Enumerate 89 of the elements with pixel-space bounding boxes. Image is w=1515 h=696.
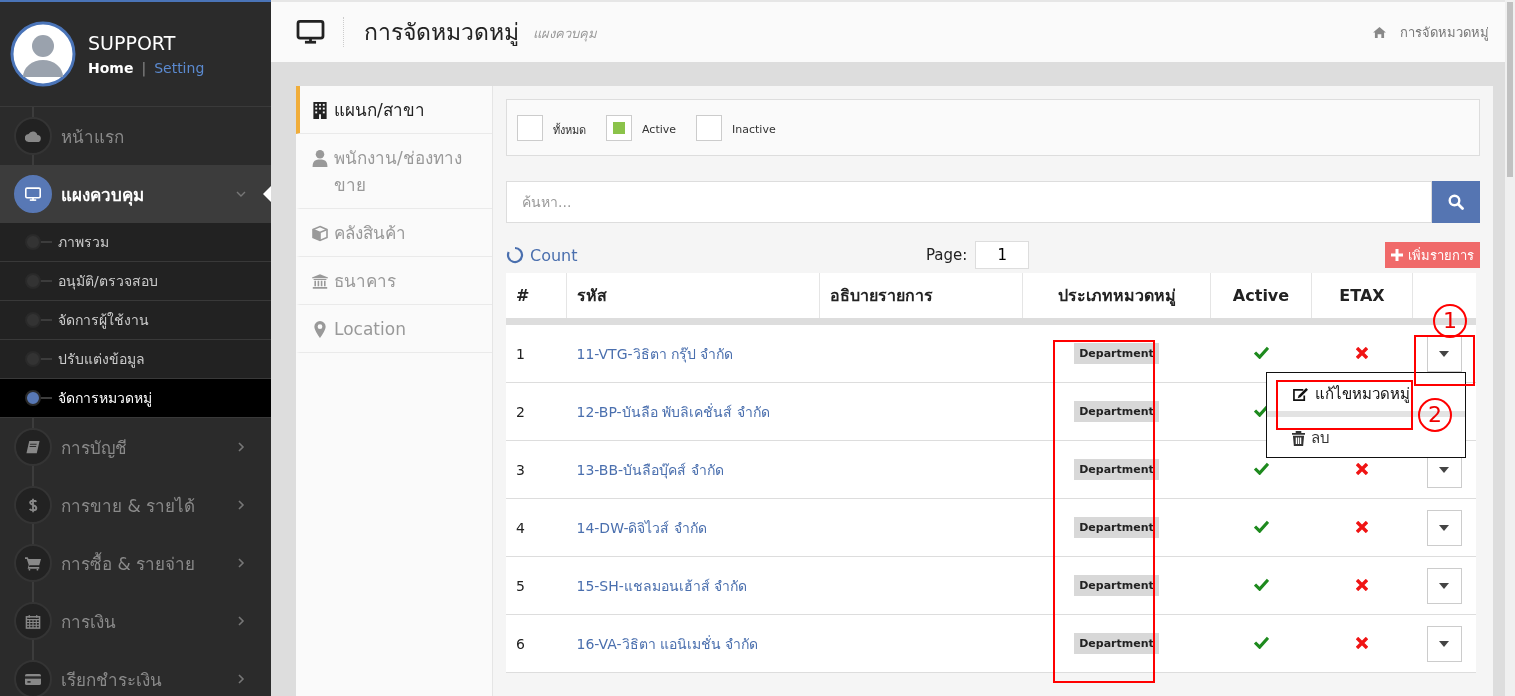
column-header: # (506, 273, 567, 322)
sidebar-item[interactable]: หน้าแรก (0, 107, 271, 165)
trash-icon (1292, 430, 1305, 446)
checkbox[interactable] (517, 114, 543, 141)
page-title: การจัดหมวดหมู่ (364, 18, 519, 48)
tab[interactable]: พนักงาน/ช่องทางขาย (296, 134, 492, 209)
table-cell: 1 (506, 321, 567, 383)
caret-down-icon (1439, 640, 1450, 647)
table-cell: 5 (506, 556, 567, 615)
column-header: ETAX (1311, 273, 1413, 322)
sidebar-item[interactable]: การเงิน (0, 592, 271, 650)
edit-icon (1292, 386, 1309, 402)
sidebar-item[interactable]: แผงควบคุม (0, 165, 271, 223)
menu-item[interactable]: ลบ (1288, 421, 1334, 455)
profile-name: SUPPORT (88, 32, 177, 54)
sidebar-item[interactable]: การซื้อ & รายจ่าย (0, 534, 271, 592)
code-link[interactable]: 14-DW-ดิจิไวส์ จำกัด (576, 519, 707, 536)
cube-icon (312, 225, 328, 242)
sidebar-item[interactable]: เรียกชำระเงิน (0, 650, 271, 696)
profile-link[interactable]: Setting (154, 60, 205, 76)
monitor-icon (25, 186, 41, 202)
card-icon (25, 671, 41, 687)
checkbox[interactable] (606, 114, 632, 141)
building-icon (312, 102, 328, 119)
submenu-item[interactable]: จัดการผู้ใช้งาน (0, 301, 271, 340)
scrollbar-thumb[interactable] (1507, 2, 1513, 177)
sidebar-item[interactable]: การขาย & รายได้ (0, 476, 271, 534)
breadcrumb-link[interactable]: การจัดหมวดหมู่ (1400, 21, 1489, 43)
caret-down-icon (1439, 350, 1450, 357)
column-header: รหัส (566, 273, 820, 322)
type-tag: Department (1074, 401, 1159, 422)
submenu-item[interactable]: อนุมัติ/ตรวจสอบ (0, 262, 271, 301)
checkbox-label: ทั้งหมด (553, 122, 586, 139)
type-tag: Department (1074, 575, 1159, 596)
checkbox-label: Active (642, 123, 677, 136)
tab[interactable]: Location (296, 305, 492, 353)
code-link[interactable]: 16-VA-วิธิตา แอนิเมชั่น จำกัด (576, 635, 759, 652)
page-field[interactable]: 1 (975, 241, 1030, 269)
home-icon (1373, 26, 1386, 38)
cart-icon (25, 555, 41, 571)
checkbox[interactable] (696, 114, 723, 141)
caret-down-icon (1439, 582, 1450, 589)
menu-item[interactable]: แก้ไขหมวดหมู่ (1288, 377, 1414, 411)
callout-number: 1 (1433, 304, 1467, 338)
submenu-item[interactable]: ปรับแต่งข้อมูล (0, 340, 271, 379)
tab[interactable]: ธนาคาร (296, 257, 492, 305)
avatar (10, 21, 76, 87)
column-header: อธิบายรายการ (819, 273, 1023, 322)
search-button[interactable] (1432, 181, 1480, 223)
link-separator: | (141, 60, 147, 76)
type-tag: Department (1074, 459, 1159, 480)
caret-down-icon (1439, 466, 1450, 473)
bank-icon (312, 273, 328, 290)
count-link[interactable]: Count (506, 245, 926, 265)
profile-link[interactable]: Home (88, 60, 134, 76)
search-icon (1448, 194, 1464, 210)
search-field[interactable]: ค้นหา... (506, 181, 1432, 223)
checkbox-label: Inactive (732, 123, 776, 136)
book-icon (25, 439, 41, 455)
table-cell: 2 (506, 382, 567, 441)
type-tag: Department (1074, 633, 1159, 654)
table-cell: 4 (506, 498, 567, 557)
code-link[interactable]: 11-VTG-วิธิตา กรุ๊ป จำกัด (576, 345, 734, 362)
column-header: ประเภทหมวดหมู่ (1022, 273, 1211, 322)
type-tag: Department (1074, 517, 1159, 538)
tab[interactable]: คลังสินค้า (296, 209, 492, 257)
callout-number: 2 (1418, 398, 1452, 432)
table-cell: 3 (506, 440, 567, 499)
pin-icon (312, 321, 328, 338)
page-subtitle: แผงควบคุม (533, 24, 597, 44)
monitor-icon (296, 19, 325, 45)
tab[interactable]: แผนก/สาขา (296, 86, 492, 134)
person-icon (312, 150, 328, 167)
refresh-icon (506, 246, 524, 264)
caret-down-icon (1439, 524, 1450, 531)
plus-icon (1391, 249, 1403, 261)
submenu-item[interactable]: จัดการหมวดหมู่ (0, 379, 271, 418)
code-link[interactable]: 15-SH-แชลมอนเฮ้าส์ จำกัด (576, 577, 748, 594)
type-tag: Department (1074, 343, 1159, 364)
calendar-icon (25, 613, 41, 629)
submenu-item[interactable]: ภาพรวม (0, 223, 271, 262)
table-cell: 6 (506, 614, 567, 673)
scrollbar[interactable] (1505, 0, 1515, 696)
sidebar-item[interactable]: การบัญชี (0, 418, 271, 476)
code-link[interactable]: 13-BB-บันลือบุ๊คส์ จำกัด (576, 461, 724, 478)
page-label: Page: (926, 246, 968, 264)
code-link[interactable]: 12-BP-บันลือ พับลิเคชั่นส์ จำกัด (576, 403, 770, 420)
column-header: Active (1210, 273, 1312, 322)
add-button[interactable]: เพิ่มรายการ (1385, 242, 1480, 268)
